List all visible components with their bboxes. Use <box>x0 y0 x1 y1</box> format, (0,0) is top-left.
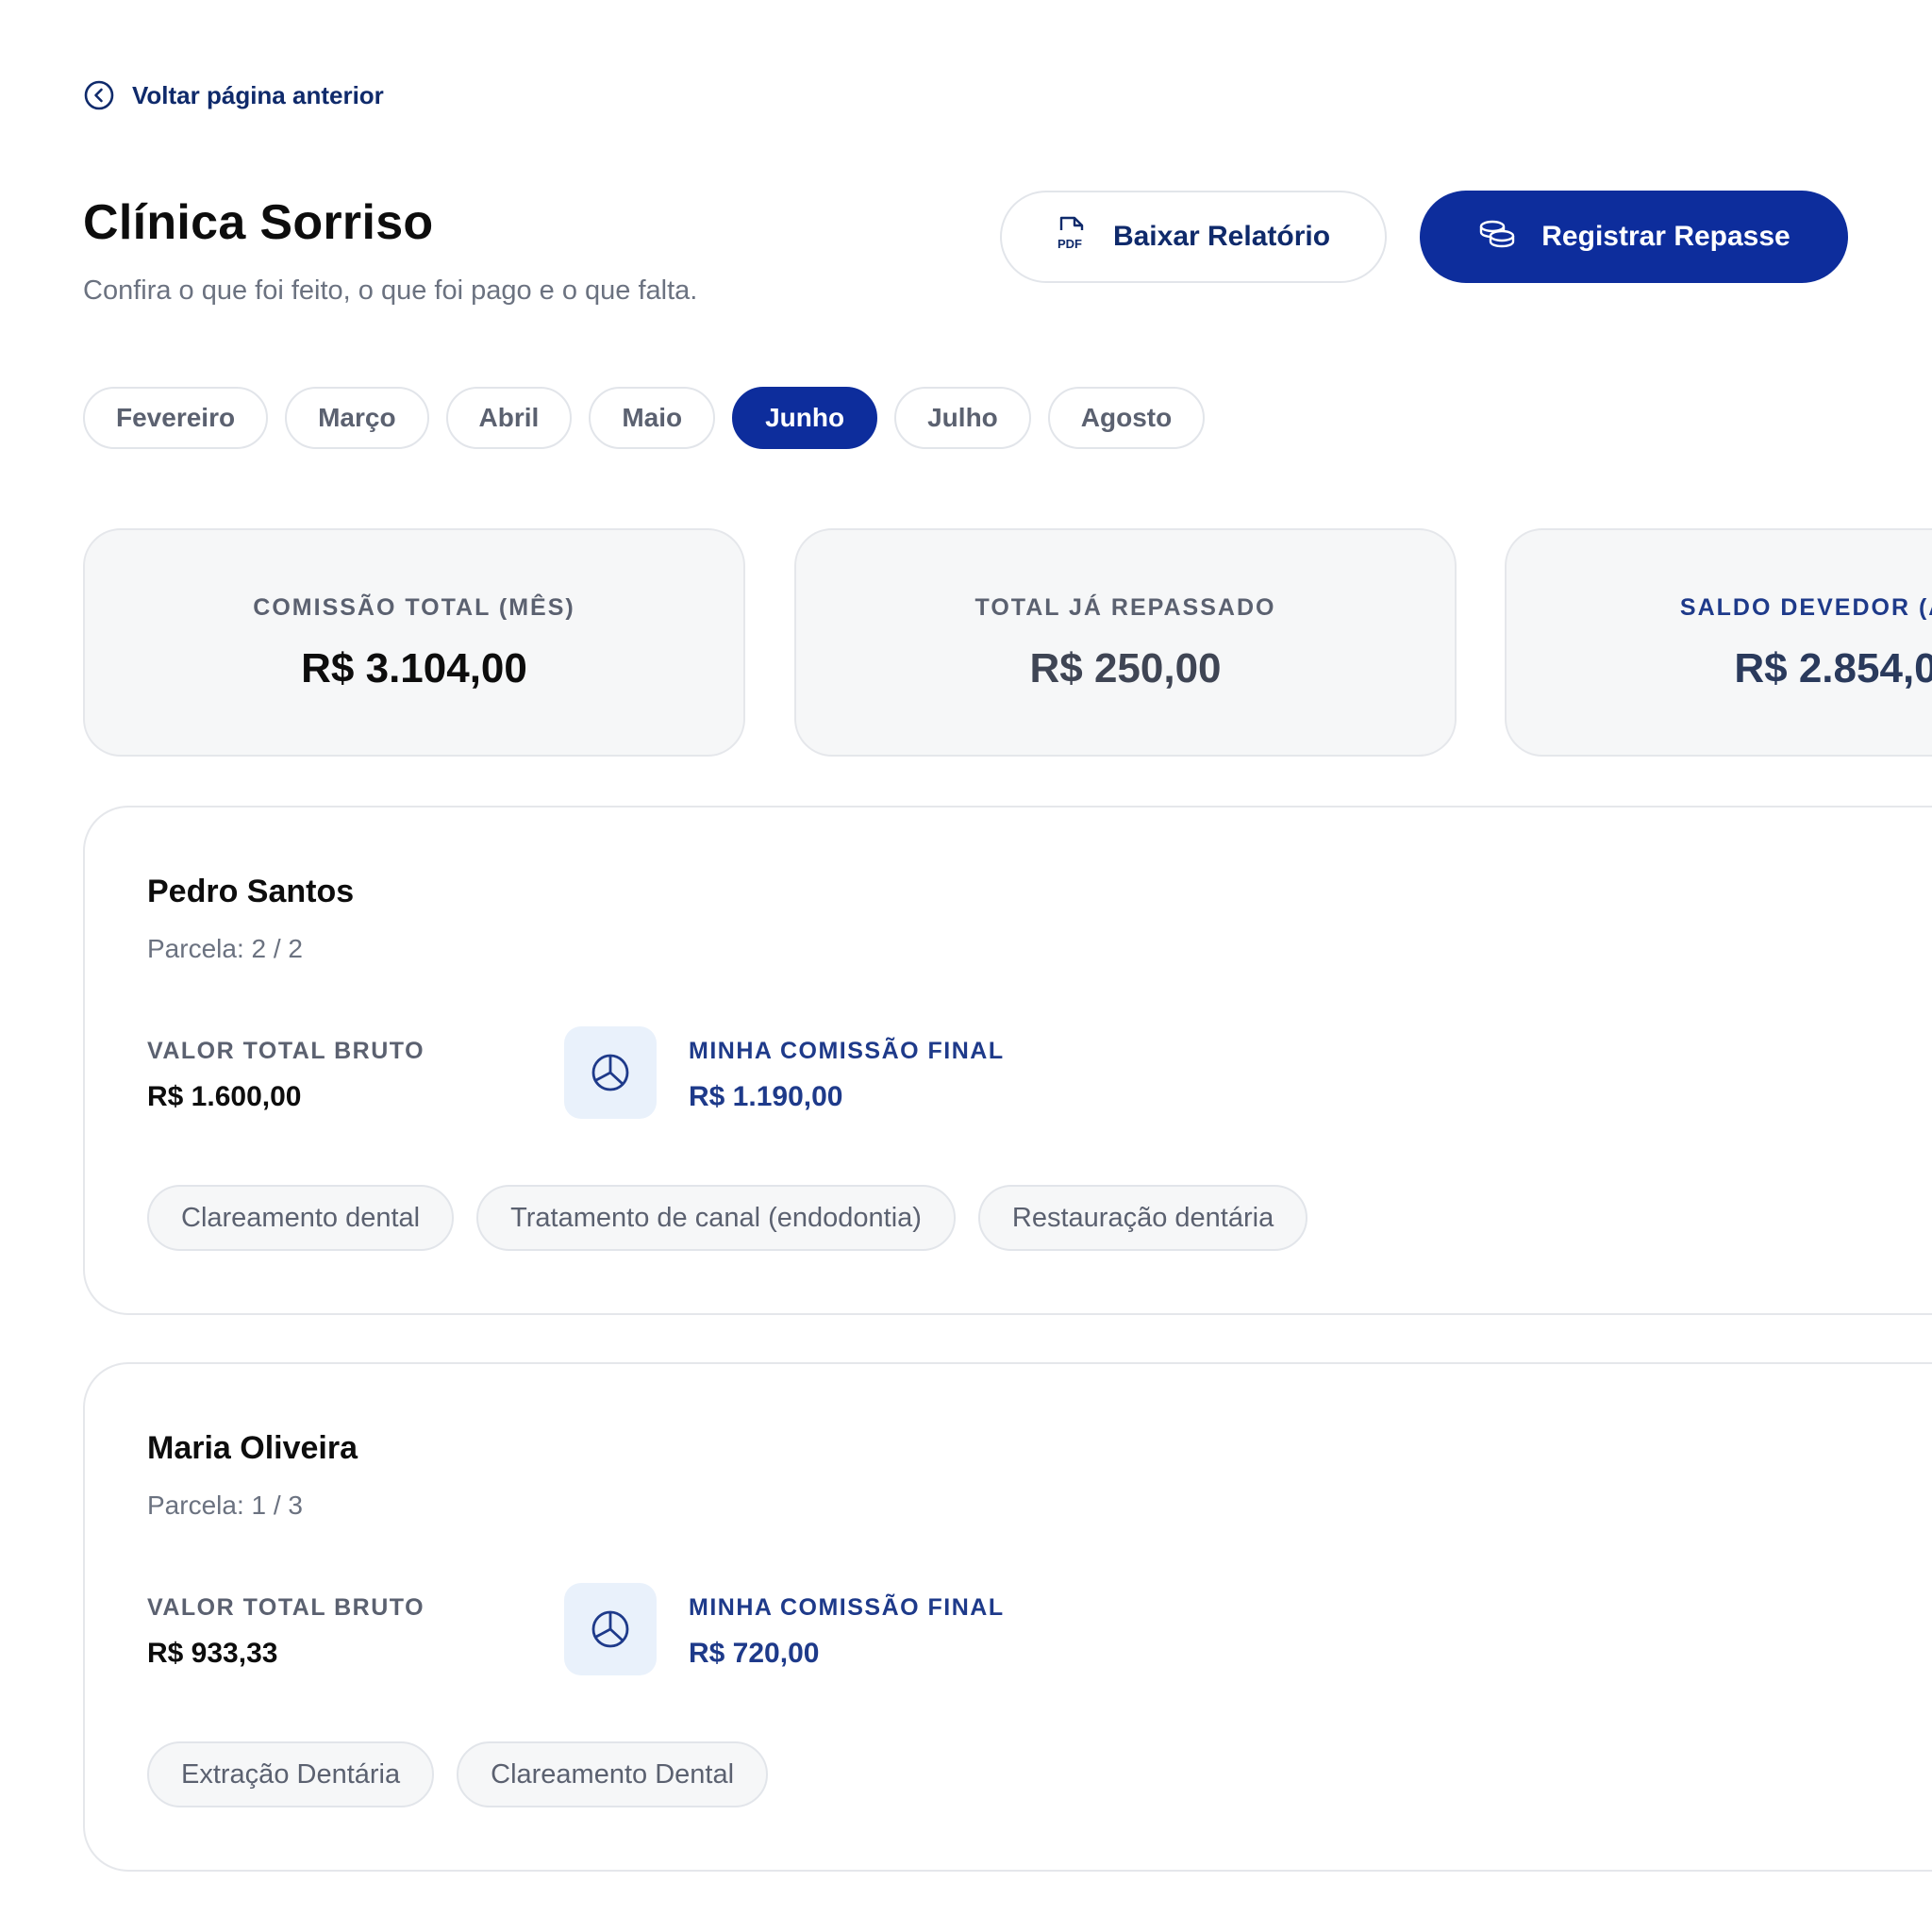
procedure-tags: Extração Dentária Clareamento Dental <box>147 1741 769 1807</box>
commission-label: MINHA COMISSÃO FINAL <box>689 1038 1005 1064</box>
gross-value: R$ 933,33 <box>147 1638 278 1669</box>
chevron-left-circle-icon <box>83 79 115 111</box>
balance-due-value: R$ 2.854,0 <box>1734 645 1932 691</box>
month-tab-julho[interactable]: Julho <box>894 387 1031 449</box>
register-transfer-button[interactable]: Registrar Repasse <box>1420 191 1848 283</box>
total-transferred-card: TOTAL JÁ REPASSADO R$ 250,00 <box>794 528 1457 757</box>
gross-value-label: VALOR TOTAL BRUTO <box>147 1594 425 1621</box>
page-subtitle: Confira o que foi feito, o que foi pago … <box>83 275 698 306</box>
month-tab-marco[interactable]: Março <box>285 387 429 449</box>
download-report-label: Baixar Relatório <box>1112 221 1331 252</box>
month-tab-junho[interactable]: Junho <box>732 387 878 449</box>
commission-value: R$ 1.190,00 <box>689 1081 843 1112</box>
back-link-label: Voltar página anterior <box>132 80 384 109</box>
month-selector: Fevereiro Março Abril Maio Junho Julho A… <box>83 387 1206 449</box>
installment-info: Parcela: 2 / 2 <box>147 934 303 963</box>
commission-label: MINHA COMISSÃO FINAL <box>689 1594 1005 1621</box>
commission-total-value: R$ 3.104,00 <box>301 645 527 691</box>
balance-due-card: SALDO DEVEDOR (A RE R$ 2.854,0 <box>1505 528 1932 757</box>
month-tab-maio[interactable]: Maio <box>589 387 716 449</box>
pie-chart-icon <box>564 1026 657 1119</box>
total-transferred-label: TOTAL JÁ REPASSADO <box>974 594 1276 621</box>
commission-value: R$ 720,00 <box>689 1638 820 1669</box>
installment-info: Parcela: 1 / 3 <box>147 1491 303 1520</box>
download-report-button[interactable]: PDF Baixar Relatório <box>1000 191 1387 283</box>
gross-value-label: VALOR TOTAL BRUTO <box>147 1038 425 1064</box>
patient-name: Pedro Santos <box>147 874 355 909</box>
month-tab-agosto[interactable]: Agosto <box>1047 387 1206 449</box>
gross-value: R$ 1.600,00 <box>147 1081 302 1112</box>
page-title: Clínica Sorriso <box>83 195 434 250</box>
procedure-tag: Tratamento de canal (endodontia) <box>476 1185 956 1251</box>
back-link[interactable]: Voltar página anterior <box>83 79 384 111</box>
procedure-tag: Clareamento dental <box>147 1185 455 1251</box>
commission-total-card: COMISSÃO TOTAL (MÊS) R$ 3.104,00 <box>83 528 745 757</box>
procedure-tag: Restauração dentária <box>977 1185 1308 1251</box>
balance-due-label: SALDO DEVEDOR (A RE <box>1679 594 1932 621</box>
procedure-tag: Clareamento Dental <box>457 1741 769 1807</box>
register-transfer-label: Registrar Repasse <box>1541 221 1790 252</box>
commission-total-label: COMISSÃO TOTAL (MÊS) <box>253 594 575 621</box>
procedure-tags: Clareamento dental Tratamento de canal (… <box>147 1185 1308 1251</box>
page: Voltar página anterior Clínica Sorriso C… <box>0 0 1932 1932</box>
pdf-file-icon: PDF <box>1057 215 1089 258</box>
month-tab-fevereiro[interactable]: Fevereiro <box>83 387 269 449</box>
patient-card: Maria Oliveira Parcela: 1 / 3 VALOR TOTA… <box>83 1362 1932 1872</box>
patient-card: Pedro Santos Parcela: 2 / 2 VALOR TOTAL … <box>83 806 1932 1315</box>
total-transferred-value: R$ 250,00 <box>1029 645 1222 691</box>
month-tab-abril[interactable]: Abril <box>445 387 573 449</box>
coins-icon <box>1477 217 1517 257</box>
patient-name: Maria Oliveira <box>147 1430 358 1466</box>
pie-chart-icon <box>564 1583 657 1675</box>
svg-text:PDF: PDF <box>1058 237 1082 251</box>
procedure-tag: Extração Dentária <box>147 1741 435 1807</box>
